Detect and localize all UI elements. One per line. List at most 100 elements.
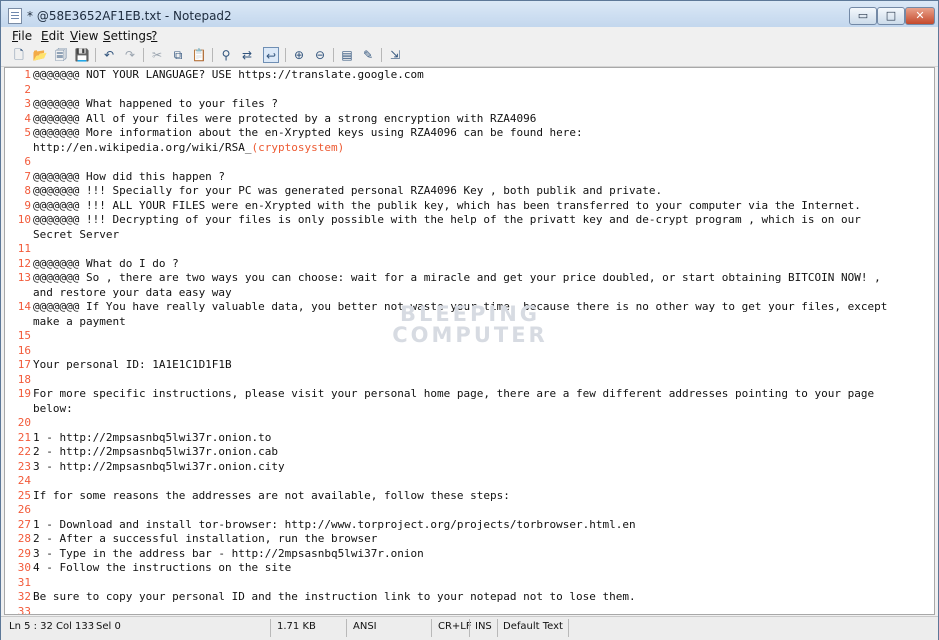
maximize-button[interactable]: □ — [877, 7, 905, 25]
line-number: 28 — [17, 532, 31, 545]
line-text: @@@@@@@ What do I do ? — [33, 256, 179, 270]
menu-view[interactable]: View — [70, 29, 98, 43]
status-insert-mode: INS — [475, 621, 492, 632]
minimize-button[interactable]: ▭ — [849, 7, 877, 25]
line-number: 30 — [17, 561, 31, 574]
toolbar-separator — [381, 48, 382, 62]
text-editor[interactable]: 1 @@@@@@@ NOT YOUR LANGUAGE? USE https://… — [4, 67, 935, 615]
line-number: 2 — [24, 82, 31, 96]
line-text: 4 - Follow the instructions on the site — [33, 561, 292, 574]
find-icon[interactable]: ⚲ — [218, 47, 234, 63]
status-divider — [469, 619, 470, 637]
line-text: For more specific instructions, please v… — [33, 387, 875, 400]
customize-icon[interactable]: ✎ — [360, 47, 376, 63]
menu-help[interactable]: ? — [151, 29, 157, 43]
cut-icon[interactable]: ✂ — [149, 47, 165, 63]
line-text: 2 - After a successful installation, run… — [33, 532, 378, 545]
replace-icon[interactable]: ⇄ — [239, 47, 255, 63]
line-number: 15 — [17, 329, 31, 342]
line-text-wrapper: http://en.wikipedia.org/wiki/RSA_(crypto… — [33, 141, 344, 156]
notepad2-window: * @58E3652AF1EB.txt - Notepad2 ▭ □ ✕ Fil… — [0, 0, 939, 640]
line-number: 13 — [17, 271, 31, 284]
line-text: @@@@@@@ All of your files were protected… — [33, 111, 537, 125]
line-number: 23 — [17, 459, 31, 473]
zoom-out-icon[interactable]: ⊖ — [312, 47, 328, 63]
line-number: 31 — [17, 575, 31, 589]
status-divider — [346, 619, 347, 637]
save-icon[interactable]: 💾 — [74, 47, 90, 63]
toolbar-separator — [212, 48, 213, 62]
status-scheme[interactable]: Default Text — [503, 621, 563, 632]
status-bar: Ln 5 : 32 Col 133 Sel 0 1.71 KB ANSI CR+… — [1, 616, 938, 640]
redo-icon[interactable]: ↷ — [122, 47, 138, 63]
status-divider — [497, 619, 498, 637]
line-text: @@@@@@@ How did this happen ? — [33, 169, 226, 183]
line-number: 26 — [17, 503, 31, 516]
line-number: 10 — [17, 213, 31, 226]
toolbar: 🗋 📂 🗐 💾 ↶ ↷ ✂ ⧉ 📋 ⚲ ⇄ ↩ ⊕ ⊖ ▤ ✎ ⇲ — [1, 45, 938, 67]
open-icon[interactable]: 📂 — [32, 47, 48, 63]
exit-icon[interactable]: ⇲ — [387, 47, 403, 63]
menu-settings[interactable]: Settings — [103, 29, 152, 43]
line-text: below: — [33, 401, 73, 415]
status-column: Col 133 — [56, 621, 95, 632]
line-number: 27 — [17, 517, 31, 531]
line-text: @@@@@@@ What happened to your files ? — [33, 97, 279, 110]
line-number: 11 — [17, 242, 31, 255]
copy-icon[interactable]: ⧉ — [170, 47, 186, 63]
line-number: 18 — [17, 372, 31, 386]
status-divider — [270, 619, 271, 637]
menu-edit[interactable]: Edit — [41, 29, 64, 43]
line-text: @@@@@@@ So , there are two ways you can … — [33, 271, 881, 284]
notepad-app-icon[interactable] — [8, 8, 22, 24]
line-text: 1 - Download and install tor-browser: ht… — [33, 517, 636, 531]
line-number: 33 — [17, 604, 31, 615]
paste-icon[interactable]: 📋 — [191, 47, 207, 63]
window-title: * @58E3652AF1EB.txt - Notepad2 — [27, 9, 232, 23]
line-text: @@@@@@@ !!! Specially for your PC was ge… — [33, 184, 663, 197]
line-number: 17 — [17, 358, 31, 371]
line-text: If for some reasons the addresses are no… — [33, 488, 510, 502]
line-text: 1 - http://2mpsasnbq5lwi37r.onion.to — [33, 430, 272, 444]
line-number: 25 — [17, 488, 31, 502]
line-text: @@@@@@@ !!! ALL YOUR FILES were en-Xrypt… — [33, 198, 861, 212]
browse-icon[interactable]: 🗐 — [53, 47, 69, 63]
toolbar-separator — [285, 48, 286, 62]
line-text: Secret Server — [33, 227, 120, 241]
line-number: 3 — [24, 97, 31, 110]
toolbar-separator — [333, 48, 334, 62]
status-file-size: 1.71 KB — [277, 621, 316, 632]
line-number: 12 — [17, 256, 31, 270]
line-number: 1 — [24, 68, 31, 81]
line-number: 29 — [17, 546, 31, 560]
status-encoding[interactable]: ANSI — [353, 621, 377, 632]
matched-parenthesis: (cryptosystem) — [251, 140, 345, 154]
word-wrap-icon[interactable]: ↩ — [263, 47, 279, 63]
new-icon[interactable]: 🗋 — [11, 47, 27, 63]
toolbar-separator — [95, 48, 96, 62]
line-text: 3 - Type in the address bar - http://2mp… — [33, 546, 424, 560]
line-number: 6 — [24, 155, 31, 168]
line-number: 9 — [24, 198, 31, 212]
line-number: 24 — [17, 474, 31, 487]
line-number: 8 — [24, 184, 31, 197]
zoom-in-icon[interactable]: ⊕ — [291, 47, 307, 63]
undo-icon[interactable]: ↶ — [101, 47, 117, 63]
line-number: 16 — [17, 343, 31, 357]
line-number: 32 — [17, 590, 31, 603]
close-button[interactable]: ✕ — [905, 7, 935, 25]
line-number: 4 — [24, 111, 31, 125]
line-text: Be sure to copy your personal ID and the… — [33, 590, 636, 603]
status-line-col: Ln 5 : 32 — [9, 621, 53, 632]
status-divider — [568, 619, 569, 637]
line-text: @@@@@@@ More information about the en-Xr… — [33, 126, 583, 139]
line-text: @@@@@@@ !!! Decrypting of your files is … — [33, 213, 861, 226]
line-number: 7 — [24, 169, 31, 183]
line-text: 2 - http://2mpsasnbq5lwi37r.onion.cab — [33, 445, 279, 458]
status-line-endings[interactable]: CR+LF — [438, 621, 472, 632]
status-selection: Sel 0 — [96, 621, 121, 632]
line-text: http://en.wikipedia.org/wiki/RSA_ — [33, 140, 252, 154]
menu-file[interactable]: File — [12, 29, 32, 43]
menu-bar: File Edit View Settings ? — [1, 27, 938, 45]
scheme-icon[interactable]: ▤ — [339, 47, 355, 63]
